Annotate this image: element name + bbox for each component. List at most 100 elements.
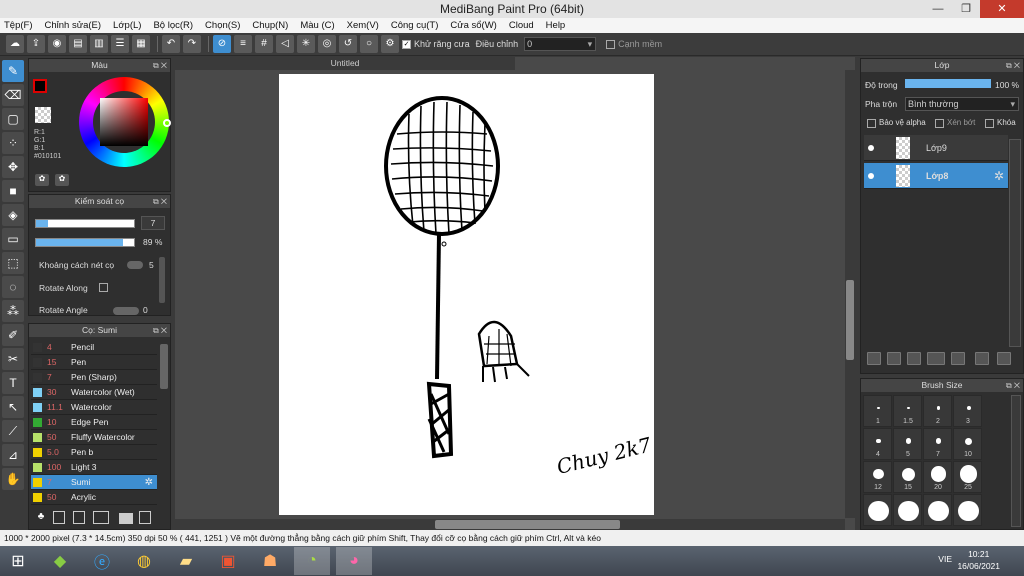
brush-size-button[interactable]: 1.5 (893, 395, 922, 427)
adjust-select[interactable]: 0 (524, 37, 597, 51)
brush-size-button[interactable]: 25 (953, 461, 982, 493)
gradient-tool-icon[interactable]: ▭ (2, 228, 24, 250)
magic-wand-icon[interactable]: ⁂ (2, 300, 24, 322)
menu-file[interactable]: Tệp(F) (4, 20, 33, 31)
merge-layer-icon[interactable] (907, 352, 921, 365)
clock[interactable]: 10:21 16/06/2021 (957, 548, 1000, 572)
brush-item[interactable]: 100 Light 3 (31, 460, 157, 475)
brush-item[interactable]: 7 Pen (Sharp) (31, 370, 157, 385)
vanishing-snap-icon[interactable]: ◁ (276, 35, 294, 53)
color-wheel[interactable] (79, 77, 171, 167)
brush-settings-icon[interactable]: ✲ (145, 475, 153, 490)
brush-item[interactable]: 4 Pencil (31, 340, 157, 355)
drawing-canvas[interactable]: Chuy 2k7 (279, 74, 654, 515)
brush-item[interactable]: 15 Pen (31, 355, 157, 370)
copy-layer-icon[interactable] (887, 352, 901, 365)
panel-close-icon[interactable]: ⧉ ✕ (153, 324, 167, 337)
document-icon[interactable]: ▥ (90, 35, 108, 53)
eyedropper-tool-icon[interactable]: ⊿ (2, 444, 24, 466)
text-tool-icon[interactable]: T (2, 372, 24, 394)
layer-settings-icon[interactable]: ✲ (994, 163, 1004, 189)
ie-icon[interactable]: ⓔ (84, 547, 120, 575)
layer-duplicate-icon[interactable] (975, 352, 989, 365)
office-icon[interactable]: ▣ (210, 547, 246, 575)
layer-menu-icon[interactable] (927, 352, 945, 365)
radial-snap-icon[interactable]: ✳ (297, 35, 315, 53)
new-brush-icon[interactable] (53, 511, 65, 524)
brush-size-button[interactable]: 1 (863, 395, 892, 427)
palette-add-icon[interactable]: ✿ (55, 174, 69, 186)
layer-opacity-slider[interactable] (905, 79, 991, 88)
layer-item[interactable]: Lớp9 (864, 135, 1008, 161)
select-tool-icon[interactable]: ⬚ (2, 252, 24, 274)
brush-size-button[interactable] (923, 494, 952, 526)
menu-cloud[interactable]: Cloud (509, 20, 534, 31)
menu-select[interactable]: Chọn(S) (205, 20, 240, 31)
menu-help[interactable]: Help (546, 20, 566, 31)
brush-size-slider[interactable] (35, 219, 135, 228)
canvas-vertical-scrollbar[interactable] (845, 70, 855, 518)
list-icon[interactable]: ☰ (111, 35, 129, 53)
start-button-icon[interactable]: ⊞ (0, 547, 36, 575)
undo-icon[interactable]: ↶ (162, 35, 180, 53)
curve-snap-icon[interactable]: ↺ (339, 35, 357, 53)
rotate-along-checkbox[interactable] (99, 283, 108, 292)
grid-icon[interactable]: ▦ (132, 35, 150, 53)
brush-size-button[interactable]: 15 (893, 461, 922, 493)
brush-item[interactable]: 11.1 Watercolor (31, 400, 157, 415)
brush-size-button[interactable]: 4 (863, 428, 892, 460)
menu-color[interactable]: Màu (C) (300, 20, 334, 31)
share-icon[interactable]: ⇪ (27, 35, 45, 53)
document-tab[interactable]: Untitled (175, 57, 515, 70)
brush-size-button[interactable]: 7 (923, 428, 952, 460)
lasso-tool-icon[interactable]: ◌ (2, 276, 24, 298)
brush-size-button[interactable]: 10 (953, 428, 982, 460)
layer-item-selected[interactable]: Lớp8 ✲ (864, 163, 1008, 189)
palette-icon[interactable]: ✿ (35, 174, 49, 186)
menu-layer[interactable]: Lớp(L) (113, 20, 141, 31)
primary-color-swatch[interactable] (33, 79, 47, 93)
lang-indicator[interactable]: VIE (938, 554, 952, 564)
add-brush-icon[interactable]: ♣ (33, 511, 49, 525)
menu-filter[interactable]: Bộ lọc(R) (153, 20, 193, 31)
bucket-tool-icon[interactable]: ◈ (2, 204, 24, 226)
redo-icon[interactable]: ↷ (183, 35, 201, 53)
explorer-icon[interactable]: ▰ (168, 547, 204, 575)
delete-layer-icon[interactable] (997, 352, 1011, 365)
saturation-square[interactable] (100, 98, 148, 146)
menu-view[interactable]: Xem(V) (347, 20, 379, 31)
brush-menu-icon[interactable] (93, 511, 109, 524)
message-icon[interactable]: ▤ (69, 35, 87, 53)
layer-list-scrollbar[interactable] (1009, 139, 1021, 347)
panel-close-icon[interactable]: ⧉ ✕ (153, 195, 167, 208)
brush-tool-icon[interactable]: ✎ (2, 60, 24, 82)
snap-off-icon[interactable]: ⊘ (213, 35, 231, 53)
menu-snap[interactable]: Chụp(N) (252, 20, 288, 31)
blend-mode-select[interactable]: Bình thường (905, 97, 1019, 111)
lock-checkbox[interactable] (985, 119, 994, 128)
brush-size-button[interactable]: 20 (923, 461, 952, 493)
antialias-checkbox[interactable]: ✓ (402, 39, 411, 49)
menu-window[interactable]: Cửa sổ(W) (450, 20, 496, 31)
brush-item-selected[interactable]: 7 Sumi ✲ (31, 475, 157, 490)
visibility-eye-icon[interactable] (868, 145, 874, 151)
parallel-snap-icon[interactable]: ≡ (234, 35, 252, 53)
cloud-icon[interactable]: ☁ (6, 35, 24, 53)
spacing-toggle[interactable] (127, 261, 143, 269)
menu-tools[interactable]: Công cụ(T) (391, 20, 439, 31)
soft-edge-checkbox[interactable] (606, 39, 616, 49)
chrome-icon[interactable]: ◍ (126, 547, 162, 575)
brush-size-button[interactable]: 5 (893, 428, 922, 460)
visibility-eye-icon[interactable] (868, 173, 874, 179)
brush-item[interactable]: 50 Acrylic (31, 490, 157, 505)
rotate-angle-slider[interactable] (113, 307, 139, 315)
brush-size-scrollbar[interactable] (1011, 395, 1021, 527)
brush-item[interactable]: 10 Edge Pen (31, 415, 157, 430)
new-layer-icon[interactable] (867, 352, 881, 365)
clip-checkbox[interactable] (935, 119, 944, 128)
brush-size-value[interactable]: 7 (141, 216, 165, 230)
protect-alpha-checkbox[interactable] (867, 119, 876, 128)
select-eraser-icon[interactable]: ✂ (2, 348, 24, 370)
select-pen-icon[interactable]: ✐ (2, 324, 24, 346)
circle-snap-icon[interactable]: ◎ (318, 35, 336, 53)
